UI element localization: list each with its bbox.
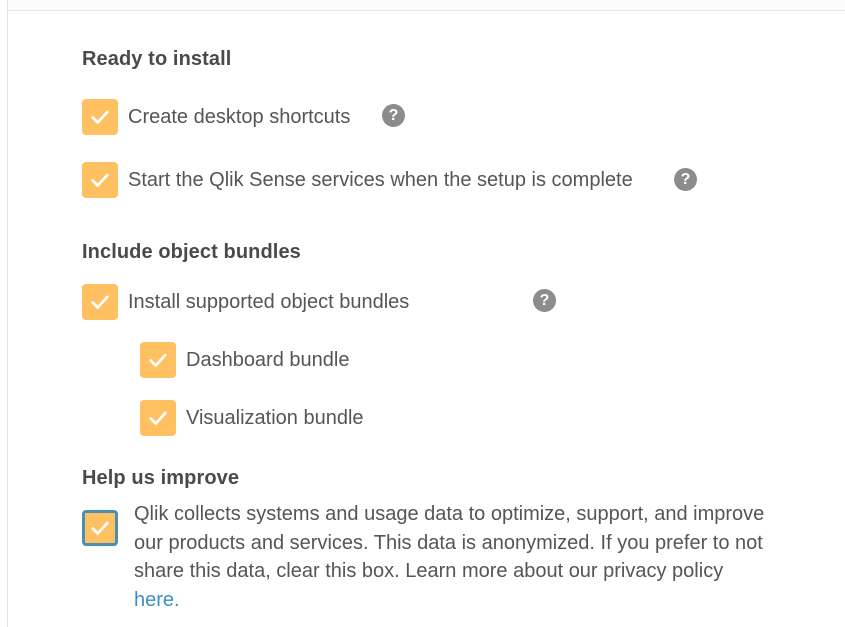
install-bundles-label: Install supported object bundles [128, 290, 410, 313]
option-visualization-bundle[interactable]: Visualization bundle [140, 400, 364, 436]
question-circle-icon[interactable]: ? [674, 168, 697, 191]
ready-to-install-heading: Ready to install [82, 48, 232, 70]
option-start-services[interactable]: Start the Qlik Sense services when the s… [82, 162, 633, 198]
start-services-checkbox[interactable] [82, 162, 118, 198]
privacy-policy-link[interactable]: here. [134, 589, 180, 611]
desktop-shortcuts-label: Create desktop shortcuts [128, 105, 351, 128]
object-bundles-heading: Include object bundles [82, 241, 301, 263]
question-circle-icon[interactable]: ? [533, 289, 556, 312]
start-services-label: Start the Qlik Sense services when the s… [128, 168, 633, 191]
checkmark-icon [91, 295, 109, 309]
option-desktop-shortcuts[interactable]: Create desktop shortcuts [82, 99, 350, 135]
usage-data-checkbox[interactable] [82, 510, 118, 546]
desktop-shortcuts-checkbox[interactable] [82, 99, 118, 135]
visualization-bundle-label: Visualization bundle [186, 406, 364, 429]
option-dashboard-bundle[interactable]: Dashboard bundle [140, 342, 349, 378]
option-usage-data-consent[interactable] [82, 510, 118, 546]
option-install-bundles[interactable]: Install supported object bundles [82, 284, 409, 320]
install-bundles-checkbox[interactable] [82, 284, 118, 320]
checkmark-icon [91, 173, 109, 187]
checkmark-icon [91, 110, 109, 124]
visualization-bundle-checkbox[interactable] [140, 400, 176, 436]
usage-data-consent-text: Qlik collects systems and usage data to … [134, 500, 774, 614]
help-us-improve-heading: Help us improve [82, 467, 240, 489]
question-circle-icon[interactable]: ? [382, 104, 405, 127]
checkmark-icon [149, 353, 167, 367]
install-options-panel: Ready to install Create desktop shortcut… [0, 0, 845, 627]
dashboard-bundle-label: Dashboard bundle [186, 348, 350, 371]
consent-description: Qlik collects systems and usage data to … [134, 503, 765, 582]
dashboard-bundle-checkbox[interactable] [140, 342, 176, 378]
checkmark-icon [91, 521, 109, 535]
checkmark-icon [149, 411, 167, 425]
